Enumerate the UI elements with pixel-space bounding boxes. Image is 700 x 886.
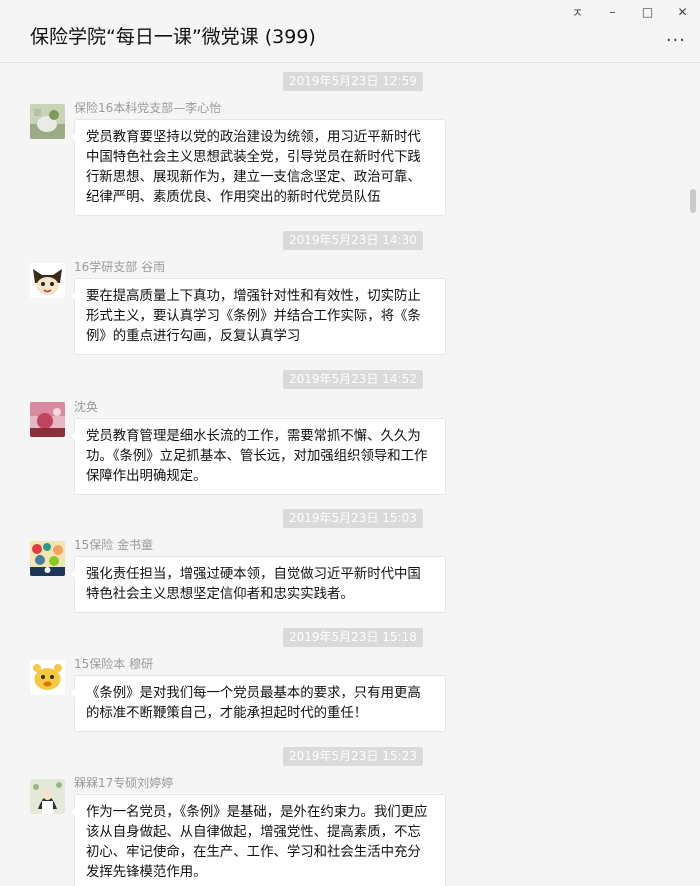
message-timestamp: 2019年5月23日 15:03 (283, 509, 423, 528)
drawing-avatar[interactable] (30, 779, 65, 814)
message-timestamp: 2019年5月23日 12:59 (283, 72, 423, 91)
message-bubble[interactable]: 《条例》是对我们每一个党员最基本的要求，只有用更高的标准不断鞭策自己，才能承担起… (69, 675, 446, 732)
sender-name: 15保险本 穆研 (74, 657, 154, 671)
scrollbar-thumb[interactable] (690, 189, 696, 213)
message-timestamp: 2019年5月23日 14:30 (283, 231, 423, 250)
maximize-icon[interactable]: □ (630, 0, 665, 24)
sender-name: 16学研支部 谷雨 (74, 260, 166, 274)
chat-title: 保险学院“每日一课”微党课 (399) (30, 26, 316, 48)
cartoon-avatar[interactable] (30, 660, 65, 695)
message-bubble[interactable]: 作为一名党员，《条例》是基础，是外在约束力。我们更应该从自身做起、从自律做起，增… (69, 794, 446, 886)
sender-name: 槑槑17专硕刘婷婷 (74, 776, 174, 790)
window-controls: ㅈ – □ ✕ (560, 0, 700, 24)
message-bubble[interactable]: 强化责任担当，增强过硬本领，自觉做习近平新时代中国特色社会主义思想坚定信仰者和忠… (69, 556, 446, 613)
colorful-avatar[interactable] (30, 541, 65, 576)
chat-window: 保险学院“每日一课”微党课 (399) ㅈ – □ ✕ ··· 2019年5月2… (0, 0, 700, 886)
title-bar: 保险学院“每日一课”微党课 (399) ㅈ – □ ✕ ··· (0, 0, 700, 63)
photo-avatar[interactable] (30, 402, 65, 437)
more-options-icon[interactable]: ··· (666, 30, 686, 51)
message-bubble[interactable]: 党员教育管理是细水长流的工作，需要常抓不懈、久久为功。《条例》立足抓基本、管长远… (69, 418, 446, 495)
close-icon[interactable]: ✕ (665, 0, 700, 24)
sender-name: 沈奂 (74, 400, 99, 414)
photo-avatar[interactable] (30, 104, 65, 139)
pin-icon[interactable]: ㅈ (560, 0, 595, 24)
scrollbar[interactable] (686, 63, 700, 886)
message-timestamp: 2019年5月23日 14:52 (283, 370, 423, 389)
message-bubble[interactable]: 要在提高质量上下真功，增强针对性和有效性，切实防止形式主义，要认真学习《条例》并… (69, 278, 446, 355)
sender-name: 保险16本科党支部—李心怡 (74, 101, 222, 115)
message-timestamp: 2019年5月23日 15:23 (283, 747, 423, 766)
cartoon-avatar[interactable] (30, 263, 65, 298)
sender-name: 15保险 金书童 (74, 538, 154, 552)
minimize-icon[interactable]: – (595, 0, 630, 24)
message-timestamp: 2019年5月23日 15:18 (283, 628, 423, 647)
message-list[interactable]: 2019年5月23日 12:59 保险16本科党支部—李心怡 党员教育要坚持以党… (0, 63, 700, 886)
message-bubble[interactable]: 党员教育要坚持以党的政治建设为统领，用习近平新时代中国特色社会主义思想武装全党，… (69, 119, 446, 216)
